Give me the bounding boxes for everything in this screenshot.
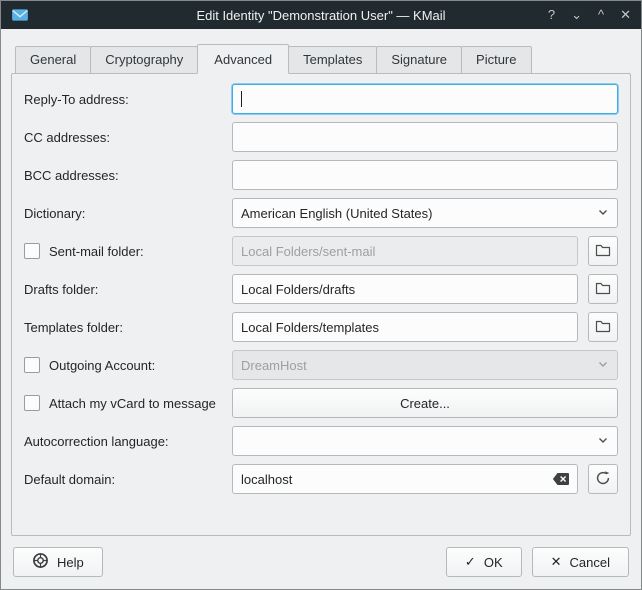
sent-mail-row: Sent-mail folder: bbox=[24, 236, 618, 266]
reply-to-input[interactable] bbox=[232, 84, 618, 114]
autocorrection-row: Autocorrection language: bbox=[24, 426, 618, 456]
templates-row: Templates folder: bbox=[24, 312, 618, 342]
titlebar-help-button[interactable]: ? bbox=[548, 1, 555, 29]
default-domain-row: Default domain: bbox=[24, 464, 618, 494]
reply-to-label: Reply-To address: bbox=[24, 92, 232, 107]
folder-icon bbox=[595, 242, 611, 261]
tab-advanced[interactable]: Advanced bbox=[197, 44, 289, 74]
tab-signature[interactable]: Signature bbox=[376, 46, 462, 74]
default-domain-label: Default domain: bbox=[24, 472, 232, 487]
bcc-row: BCC addresses: bbox=[24, 160, 618, 190]
clear-text-icon[interactable] bbox=[552, 472, 570, 486]
templates-folder-input[interactable] bbox=[232, 312, 578, 342]
sent-mail-folder-picker-button[interactable] bbox=[588, 236, 618, 266]
cancel-button-label: Cancel bbox=[570, 555, 610, 570]
templates-folder-picker-button[interactable] bbox=[588, 312, 618, 342]
bcc-input[interactable] bbox=[232, 160, 618, 190]
folder-icon bbox=[595, 318, 611, 337]
ok-button[interactable]: ✓ OK bbox=[446, 547, 522, 577]
dialog-button-box: Help ✓ OK ✕ Cancel bbox=[1, 536, 641, 589]
cc-row: CC addresses: bbox=[24, 122, 618, 152]
autocorrection-language-dropdown[interactable] bbox=[232, 426, 618, 456]
help-button-label: Help bbox=[57, 555, 84, 570]
dictionary-row: Dictionary: American English (United Sta… bbox=[24, 198, 618, 228]
tab-templates[interactable]: Templates bbox=[288, 46, 377, 74]
outgoing-account-row: Outgoing Account: DreamHost bbox=[24, 350, 618, 380]
titlebar[interactable]: Edit Identity "Demonstration User" — KMa… bbox=[1, 1, 641, 29]
bcc-label: BCC addresses: bbox=[24, 168, 232, 183]
dictionary-label: Dictionary: bbox=[24, 206, 232, 221]
create-vcard-button[interactable]: Create... bbox=[232, 388, 618, 418]
help-icon bbox=[32, 552, 49, 572]
chevron-down-icon bbox=[597, 434, 609, 449]
outgoing-account-checkbox[interactable] bbox=[24, 357, 40, 373]
sent-mail-checkbox[interactable] bbox=[24, 243, 40, 259]
drafts-row: Drafts folder: bbox=[24, 274, 618, 304]
ok-button-label: OK bbox=[484, 555, 503, 570]
cross-icon: ✕ bbox=[551, 554, 562, 570]
help-button[interactable]: Help bbox=[13, 547, 103, 577]
dictionary-value: American English (United States) bbox=[241, 206, 432, 221]
tab-picture[interactable]: Picture bbox=[461, 46, 531, 74]
tab-bar: General Cryptography Advanced Templates … bbox=[1, 29, 641, 74]
folder-icon bbox=[595, 280, 611, 299]
default-domain-input[interactable] bbox=[232, 464, 578, 494]
edit-identity-dialog: Edit Identity "Demonstration User" — KMa… bbox=[0, 0, 642, 590]
drafts-folder-input[interactable] bbox=[232, 274, 578, 304]
cc-label: CC addresses: bbox=[24, 130, 232, 145]
advanced-tab-panel: Reply-To address: CC addresses: BCC addr… bbox=[11, 73, 631, 536]
outgoing-account-value: DreamHost bbox=[241, 358, 307, 373]
text-caret bbox=[241, 91, 242, 107]
reply-to-row: Reply-To address: bbox=[24, 84, 618, 114]
sent-mail-folder-input bbox=[232, 236, 578, 266]
tab-general[interactable]: General bbox=[15, 46, 91, 74]
vcard-row: Attach my vCard to message Create... bbox=[24, 388, 618, 418]
dictionary-dropdown[interactable]: American English (United States) bbox=[232, 198, 618, 228]
cancel-button[interactable]: ✕ Cancel bbox=[532, 547, 629, 577]
titlebar-close-button[interactable]: ✕ bbox=[620, 1, 631, 29]
tab-cryptography[interactable]: Cryptography bbox=[90, 46, 198, 74]
drafts-folder-picker-button[interactable] bbox=[588, 274, 618, 304]
check-icon: ✓ bbox=[465, 554, 476, 570]
outgoing-account-dropdown: DreamHost bbox=[232, 350, 618, 380]
sent-mail-label: Sent-mail folder: bbox=[49, 244, 144, 259]
attach-vcard-checkbox[interactable] bbox=[24, 395, 40, 411]
autocorrection-label: Autocorrection language: bbox=[24, 434, 232, 449]
kmail-app-icon bbox=[11, 6, 29, 24]
window-title: Edit Identity "Demonstration User" — KMa… bbox=[1, 8, 641, 23]
titlebar-shade-button[interactable]: ⌄ bbox=[571, 1, 582, 29]
chevron-down-icon bbox=[597, 358, 609, 373]
outgoing-account-label: Outgoing Account: bbox=[49, 358, 155, 373]
refresh-icon bbox=[595, 470, 611, 489]
drafts-label: Drafts folder: bbox=[24, 282, 232, 297]
reset-default-domain-button[interactable] bbox=[588, 464, 618, 494]
chevron-down-icon bbox=[597, 206, 609, 221]
titlebar-maximize-button[interactable]: ^ bbox=[598, 1, 604, 29]
attach-vcard-label: Attach my vCard to message bbox=[49, 396, 216, 411]
cc-input[interactable] bbox=[232, 122, 618, 152]
templates-label: Templates folder: bbox=[24, 320, 232, 335]
